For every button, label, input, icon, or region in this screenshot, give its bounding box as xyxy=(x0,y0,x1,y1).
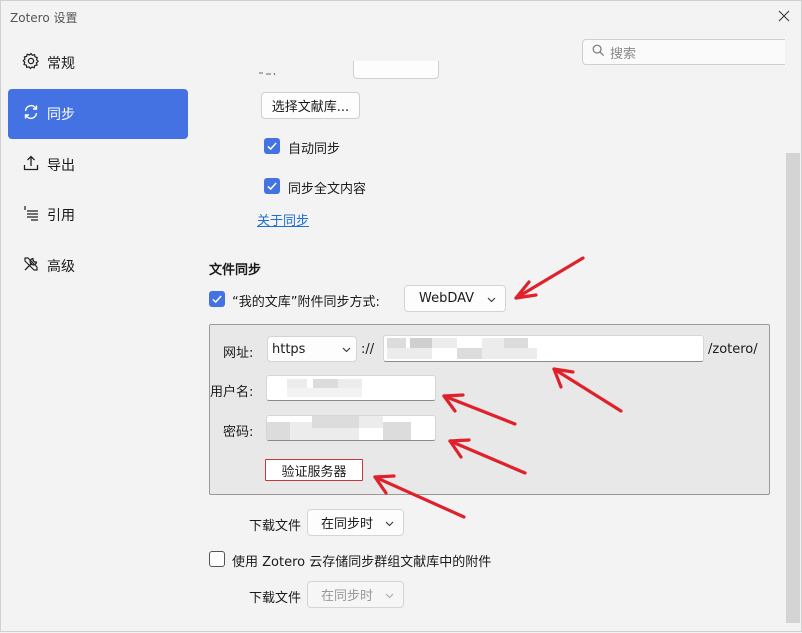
cite-icon xyxy=(22,204,47,226)
clipped-text xyxy=(259,67,283,76)
settings-window: Zotero 设置 搜索 常规 同步 导出 引用 高级 选择文献库... 自动同… xyxy=(0,0,802,632)
auto-sync-label: 自动同步 xyxy=(288,142,341,157)
verify-server-label: 验证服务器 xyxy=(281,464,347,480)
download-files-dropdown[interactable]: 在同步时 xyxy=(307,509,404,536)
download-files-value: 在同步时 xyxy=(321,517,374,532)
window-title: Zotero 设置 xyxy=(10,11,78,25)
url-suffix: /zotero/ xyxy=(708,342,758,357)
file-sync-title: 文件同步 xyxy=(209,263,262,278)
tools-icon xyxy=(22,255,47,277)
checkmark-icon xyxy=(267,182,277,191)
chevron-down-icon xyxy=(342,347,351,353)
redaction-block xyxy=(504,338,528,348)
gear-icon xyxy=(22,52,47,74)
sidebar-item-general[interactable]: 常规 xyxy=(8,38,188,88)
choose-library-label: 选择文献库... xyxy=(271,100,350,115)
download-files-label: 下载文件 xyxy=(249,519,302,534)
redaction-block xyxy=(504,348,537,359)
verify-server-button[interactable]: 验证服务器 xyxy=(265,459,363,481)
redaction-block xyxy=(387,348,432,359)
redaction-block xyxy=(287,388,362,397)
sidebar-item-advanced[interactable]: 高级 xyxy=(8,241,188,291)
group-download-label: 下载文件 xyxy=(249,591,302,606)
redaction-block xyxy=(359,416,383,428)
sync-settings-pane: 选择文献库... 自动同步 同步全文内容 关于同步 文件同步 “我的文库”附件同… xyxy=(197,31,785,631)
choose-library-button[interactable]: 选择文献库... xyxy=(261,92,360,119)
sidebar-item-label: 高级 xyxy=(47,259,75,275)
sidebar: 常规 同步 导出 引用 高级 xyxy=(1,31,197,631)
clipped-dropdown[interactable] xyxy=(353,61,439,79)
about-sync-link[interactable]: 关于同步 xyxy=(257,210,309,229)
redaction-block xyxy=(410,338,432,348)
chevron-down-icon xyxy=(487,297,496,302)
sidebar-item-cite[interactable]: 引用 xyxy=(8,190,188,240)
chevron-down-icon xyxy=(385,593,394,598)
group-sync-checkbox[interactable] xyxy=(209,551,225,567)
fulltext-sync-checkbox[interactable] xyxy=(264,178,280,194)
sidebar-item-sync[interactable]: 同步 xyxy=(8,89,188,139)
protocol-separator: :// xyxy=(361,342,375,357)
redaction-block xyxy=(482,338,504,359)
chevron-down-icon xyxy=(385,521,394,526)
sync-icon xyxy=(22,103,47,125)
sidebar-item-label: 常规 xyxy=(47,56,75,72)
redaction-block xyxy=(290,422,312,440)
close-icon[interactable] xyxy=(775,7,793,25)
sync-method-value: WebDAV xyxy=(419,291,475,306)
redaction-block xyxy=(267,422,290,440)
sidebar-item-label: 同步 xyxy=(47,107,75,123)
redaction-block xyxy=(312,416,336,428)
my-library-sync-checkbox[interactable] xyxy=(209,291,225,307)
redaction-block xyxy=(313,379,338,388)
username-label: 用户名: xyxy=(210,385,254,400)
redaction-block xyxy=(338,379,362,388)
redaction-block xyxy=(287,379,307,388)
sidebar-item-export[interactable]: 导出 xyxy=(8,140,188,190)
export-icon xyxy=(22,154,47,176)
protocol-value: https xyxy=(272,341,306,357)
redaction-block xyxy=(312,428,359,440)
redaction-block xyxy=(383,422,411,440)
username-field[interactable] xyxy=(266,375,436,401)
fulltext-sync-label: 同步全文内容 xyxy=(288,182,367,197)
url-label: 网址: xyxy=(223,346,254,361)
redaction-block xyxy=(336,416,359,428)
auto-sync-checkbox[interactable] xyxy=(264,138,280,154)
group-download-value: 在同步时 xyxy=(321,589,374,604)
group-sync-label: 使用 Zotero 云存储同步群组文献库中的附件 xyxy=(232,555,492,570)
server-url-field[interactable] xyxy=(383,335,704,362)
redaction-block xyxy=(432,338,457,348)
sync-method-dropdown[interactable]: WebDAV xyxy=(404,285,506,312)
webdav-panel: 网址: https :// /zotero/ 用户名: 密码: 验证服务器 xyxy=(209,324,770,495)
redaction-block xyxy=(457,348,482,359)
checkmark-icon xyxy=(267,142,277,151)
group-download-dropdown: 在同步时 xyxy=(307,581,404,608)
protocol-select[interactable]: https xyxy=(267,336,357,362)
sidebar-item-label: 引用 xyxy=(47,208,75,224)
sidebar-item-label: 导出 xyxy=(47,158,75,174)
redaction-block xyxy=(387,338,406,348)
password-field[interactable] xyxy=(266,415,436,441)
checkmark-icon xyxy=(212,295,222,304)
my-library-sync-label: “我的文库”附件同步方式: xyxy=(232,295,380,310)
scrollbar-thumb[interactable] xyxy=(786,153,800,623)
password-label: 密码: xyxy=(223,425,254,440)
title-bar: Zotero 设置 xyxy=(1,1,801,31)
